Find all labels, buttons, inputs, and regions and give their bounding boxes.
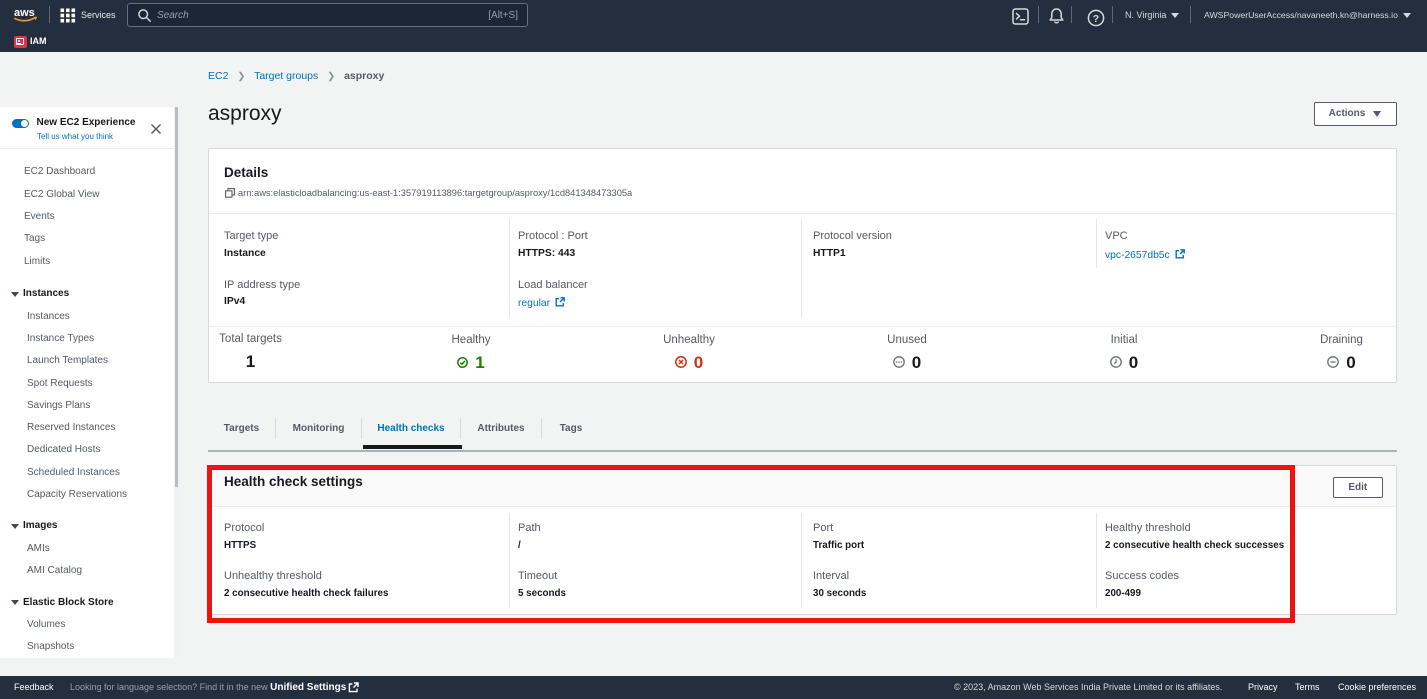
svg-text:?: ? xyxy=(1093,13,1099,25)
svg-text:aws: aws xyxy=(14,7,35,19)
